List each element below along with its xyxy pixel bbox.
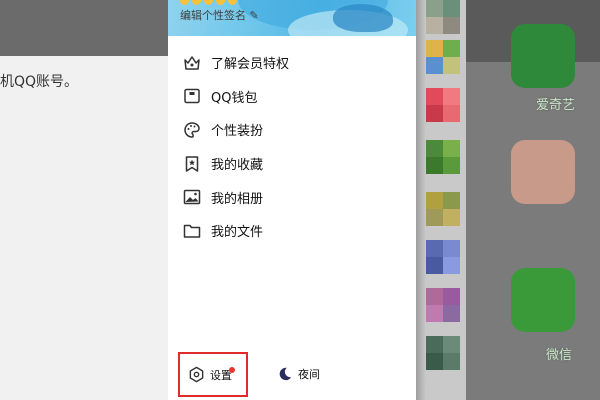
signature-label: 编辑个性签名 — [180, 9, 246, 22]
drawer-header: 编辑个性签名 ✎ — [168, 0, 416, 36]
moon-icon — [276, 365, 294, 383]
article-text: 机QQ账号。 — [0, 74, 79, 90]
iqiyi-icon[interactable] — [511, 24, 575, 88]
night-label: 夜间 — [298, 368, 320, 381]
wechat-icon[interactable] — [511, 268, 575, 332]
drawer-shadow — [416, 0, 426, 400]
menu-item-my-files[interactable]: 我的文件 — [168, 214, 416, 248]
contacts-list-blurred — [416, 0, 466, 400]
settings-button[interactable]: 设置 — [178, 352, 248, 397]
folder-icon — [182, 221, 202, 241]
settings-hexagon-icon — [186, 365, 206, 385]
drawer-menu: 了解会员特权 QQ钱包 个性装扮 我的收藏 我的相册 我的文件 — [168, 46, 416, 248]
side-drawer: 编辑个性签名 ✎ 了解会员特权 QQ钱包 个性装扮 我的收藏 我的相册 我的文件… — [168, 0, 416, 400]
level-sun-icon — [228, 0, 237, 5]
avatar[interactable] — [426, 88, 460, 122]
edit-pencil-icon: ✎ — [249, 9, 259, 22]
menu-item-label: QQ钱包 — [211, 90, 258, 106]
avatar[interactable] — [426, 288, 460, 322]
edit-signature-link[interactable]: 编辑个性签名 ✎ — [180, 7, 259, 23]
menu-item-label: 我的收藏 — [211, 158, 264, 174]
avatar[interactable] — [426, 336, 460, 370]
menu-item-label: 个性装扮 — [211, 124, 264, 140]
wallet-icon — [182, 86, 202, 106]
notification-dot — [229, 367, 235, 373]
level-sun-icon — [216, 0, 225, 5]
level-badges — [180, 0, 237, 5]
app-label: 微信 — [546, 348, 573, 363]
avatar[interactable] — [426, 40, 460, 74]
night-mode-button[interactable]: 夜间 — [276, 365, 320, 383]
menu-item-favorites[interactable]: 我的收藏 — [168, 147, 416, 181]
home-screen-background: 爱奇艺 微信 — [466, 0, 600, 400]
menu-item-personalization[interactable]: 个性装扮 — [168, 113, 416, 147]
menu-item-qq-wallet[interactable]: QQ钱包 — [168, 80, 416, 114]
level-sun-icon — [192, 0, 201, 5]
avatar[interactable] — [426, 140, 460, 174]
drawer-bottom-bar: 设置 夜间 — [168, 352, 416, 400]
crown-icon — [182, 53, 202, 73]
header-fish-shape — [333, 4, 393, 32]
avatar[interactable] — [426, 192, 460, 226]
background-toolbar — [0, 0, 168, 56]
blurred-app-icon[interactable] — [511, 140, 575, 204]
photo-album-icon — [182, 187, 202, 207]
avatar[interactable] — [426, 240, 460, 274]
menu-item-label: 我的文件 — [211, 225, 264, 241]
palette-icon — [182, 120, 202, 140]
menu-item-vip-privileges[interactable]: 了解会员特权 — [168, 46, 416, 80]
menu-item-photo-album[interactable]: 我的相册 — [168, 180, 416, 214]
menu-item-label: 了解会员特权 — [211, 57, 290, 73]
background-article: 机QQ账号。 — [0, 0, 168, 400]
app-label: 爱奇艺 — [536, 98, 576, 113]
menu-item-label: 我的相册 — [211, 191, 264, 207]
level-sun-icon — [180, 0, 189, 5]
avatar[interactable] — [426, 0, 460, 34]
level-sun-icon — [204, 0, 213, 5]
bookmark-star-icon — [182, 154, 202, 174]
